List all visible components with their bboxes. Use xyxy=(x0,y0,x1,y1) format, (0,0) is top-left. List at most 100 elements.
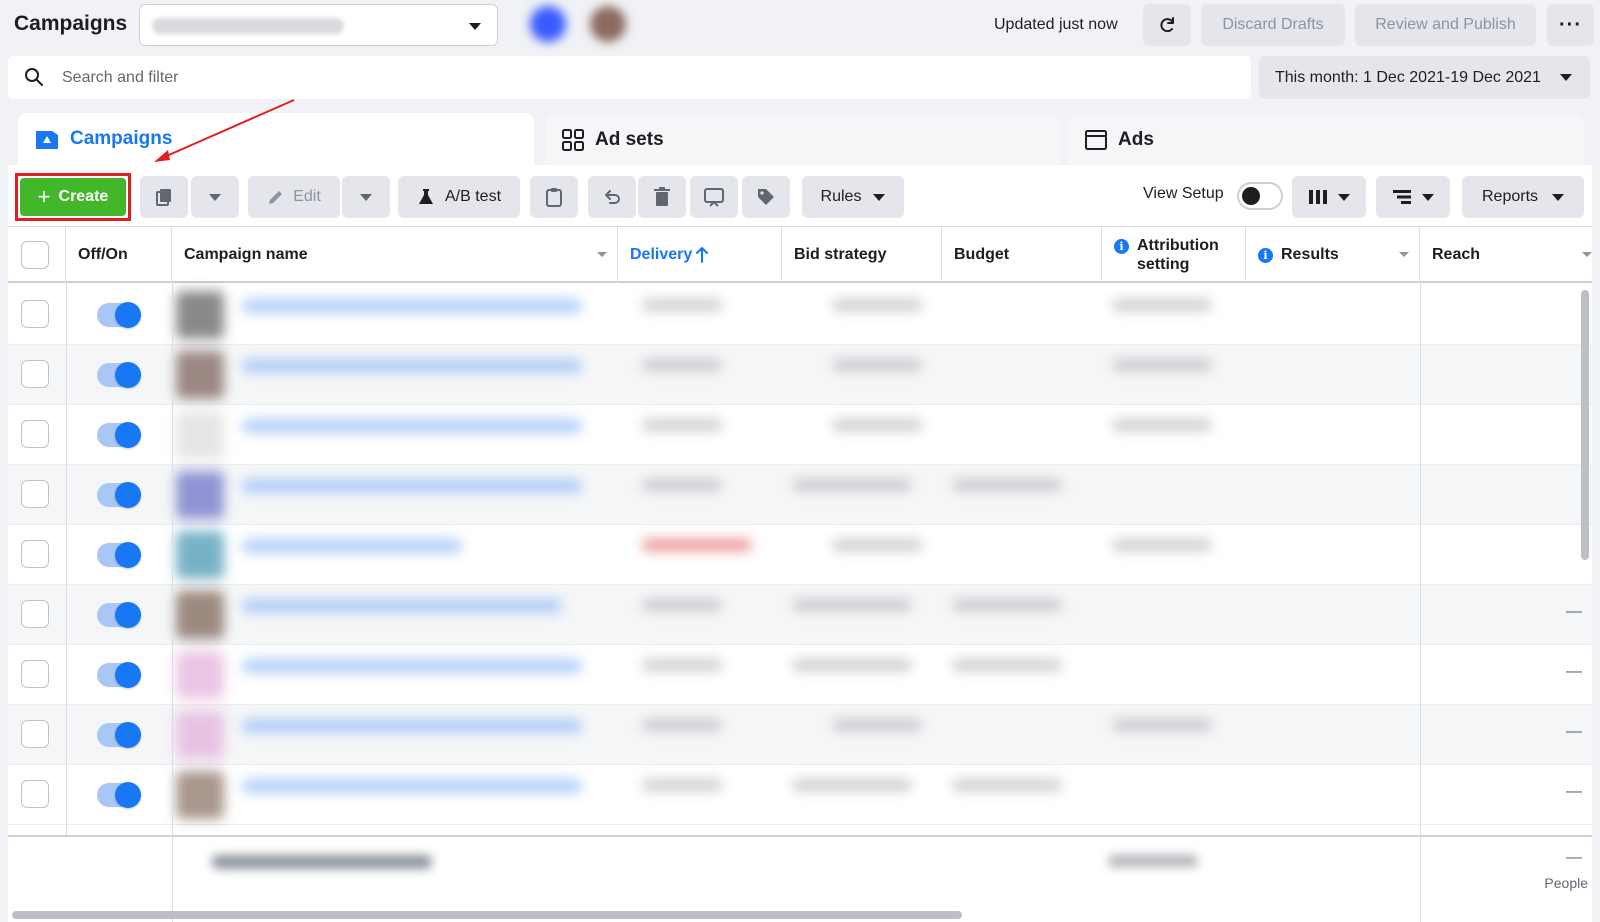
chevron-down-icon xyxy=(1422,193,1434,201)
row-checkbox[interactable] xyxy=(21,600,49,628)
campaign-on-off-toggle[interactable] xyxy=(97,722,141,748)
discard-drafts-button[interactable]: Discard Drafts xyxy=(1201,4,1345,46)
campaign-on-off-toggle[interactable] xyxy=(97,602,141,628)
avatar xyxy=(590,6,626,42)
undo-button[interactable] xyxy=(588,176,636,218)
summary-reach-people-label: People xyxy=(1544,875,1588,891)
redacted-text xyxy=(642,539,752,551)
chevron-down-icon xyxy=(873,193,886,201)
column-header-reach[interactable]: Reach xyxy=(1420,227,1592,283)
chevron-down-icon xyxy=(360,193,372,201)
row-checkbox[interactable] xyxy=(21,780,49,808)
redacted-row xyxy=(172,765,1410,825)
row-checkbox[interactable] xyxy=(21,420,49,448)
view-setup-toggle[interactable] xyxy=(1237,182,1283,210)
redacted-text xyxy=(242,659,582,673)
campaign-thumbnail xyxy=(176,291,224,339)
reports-button[interactable]: Reports xyxy=(1462,176,1584,218)
select-all-checkbox[interactable] xyxy=(21,241,49,269)
tab-ad-sets[interactable]: Ad sets xyxy=(545,115,1060,165)
chevron-down-icon xyxy=(1338,193,1350,201)
column-header-results[interactable]: i Results xyxy=(1246,227,1420,283)
reach-value: — xyxy=(1566,663,1582,680)
column-header-bid-strategy[interactable]: Bid strategy xyxy=(782,227,942,283)
campaign-on-off-toggle[interactable] xyxy=(97,482,141,508)
row-checkbox[interactable] xyxy=(21,480,49,508)
redacted-text xyxy=(952,479,1062,491)
create-button[interactable]: + Create xyxy=(20,178,126,216)
table-header: Off/On Campaign name Delivery Bid strate… xyxy=(8,227,1592,283)
horizontal-scrollbar[interactable] xyxy=(12,911,962,919)
review-publish-button[interactable]: Review and Publish xyxy=(1355,4,1536,46)
campaign-flag-icon xyxy=(34,127,60,151)
redacted-text xyxy=(792,779,912,791)
sort-ascending-arrow-icon xyxy=(696,247,709,263)
campaign-thumbnail xyxy=(176,351,224,399)
summary-reach-value: — xyxy=(1566,849,1582,866)
column-divider xyxy=(1420,283,1421,922)
delete-button[interactable] xyxy=(638,176,686,218)
campaign-thumbnail xyxy=(176,711,224,759)
page-title: Campaigns xyxy=(14,12,128,35)
date-range-picker[interactable]: This month: 1 Dec 2021-19 Dec 2021 xyxy=(1259,56,1590,99)
toggle-knob xyxy=(115,422,141,448)
campaign-on-off-toggle[interactable] xyxy=(97,542,141,568)
columns-button[interactable] xyxy=(1292,176,1366,218)
preview-button[interactable] xyxy=(690,176,738,218)
top-bar: Campaigns Updated just now Discard Draft… xyxy=(0,0,1600,50)
row-checkbox[interactable] xyxy=(21,360,49,388)
duplicate-dropdown-button[interactable] xyxy=(191,176,239,218)
select-all-cell xyxy=(8,227,66,283)
campaign-thumbnail xyxy=(176,531,224,579)
campaign-on-off-toggle[interactable] xyxy=(97,662,141,688)
clipboard-icon xyxy=(546,188,562,207)
column-header-campaign-name[interactable]: Campaign name xyxy=(172,227,618,283)
column-header-attribution-setting[interactable]: i Attribution setting xyxy=(1102,227,1246,283)
tag-button[interactable] xyxy=(742,176,790,218)
column-header-budget[interactable]: Budget xyxy=(942,227,1102,283)
campaign-thumbnail xyxy=(176,411,224,459)
rules-label: Rules xyxy=(820,188,862,205)
redacted-row xyxy=(172,345,1410,405)
column-header-off-on[interactable]: Off/On xyxy=(66,227,172,283)
breakdown-button[interactable] xyxy=(1376,176,1450,218)
ab-test-label: A/B test xyxy=(444,188,502,205)
clipboard-button[interactable] xyxy=(530,176,578,218)
column-label: Attribution setting xyxy=(1137,237,1219,273)
campaigns-panel: + Create Edit A/B test Rules View Setup … xyxy=(8,165,1592,922)
row-checkbox[interactable] xyxy=(21,660,49,688)
campaign-on-off-toggle[interactable] xyxy=(97,302,141,328)
redacted-text xyxy=(242,719,582,733)
search-input[interactable] xyxy=(62,63,1212,93)
row-checkbox[interactable] xyxy=(21,300,49,328)
redacted-text xyxy=(1112,419,1212,431)
row-checkbox[interactable] xyxy=(21,720,49,748)
create-label: Create xyxy=(58,188,109,205)
reports-label: Reports xyxy=(1481,188,1539,205)
more-options-button[interactable]: ··· xyxy=(1547,4,1594,46)
rules-button[interactable]: Rules xyxy=(802,176,904,218)
redacted-row xyxy=(172,285,1410,345)
redacted-text xyxy=(1112,359,1212,371)
edit-button[interactable]: Edit xyxy=(248,176,340,218)
row-checkbox[interactable] xyxy=(21,540,49,568)
redacted-text xyxy=(832,719,922,731)
tab-ads[interactable]: Ads xyxy=(1068,115,1584,165)
redacted-text xyxy=(242,419,582,433)
view-setup-label: View Setup xyxy=(1143,185,1224,202)
campaign-on-off-toggle[interactable] xyxy=(97,782,141,808)
ad-account-select[interactable] xyxy=(139,4,498,46)
redacted-text xyxy=(952,599,1062,611)
update-status: Updated just now xyxy=(994,16,1118,33)
edit-dropdown-button[interactable] xyxy=(342,176,390,218)
duplicate-button[interactable] xyxy=(140,176,188,218)
toolbar: + Create Edit A/B test Rules View Setup … xyxy=(8,165,1592,227)
vertical-scrollbar[interactable] xyxy=(1581,290,1589,560)
campaign-on-off-toggle[interactable] xyxy=(97,362,141,388)
redacted-text xyxy=(1112,299,1212,311)
redacted-text xyxy=(212,855,432,869)
refresh-button[interactable] xyxy=(1143,4,1191,46)
column-header-delivery[interactable]: Delivery xyxy=(618,227,782,283)
campaign-on-off-toggle[interactable] xyxy=(97,422,141,448)
ab-test-button[interactable]: A/B test xyxy=(398,176,520,218)
